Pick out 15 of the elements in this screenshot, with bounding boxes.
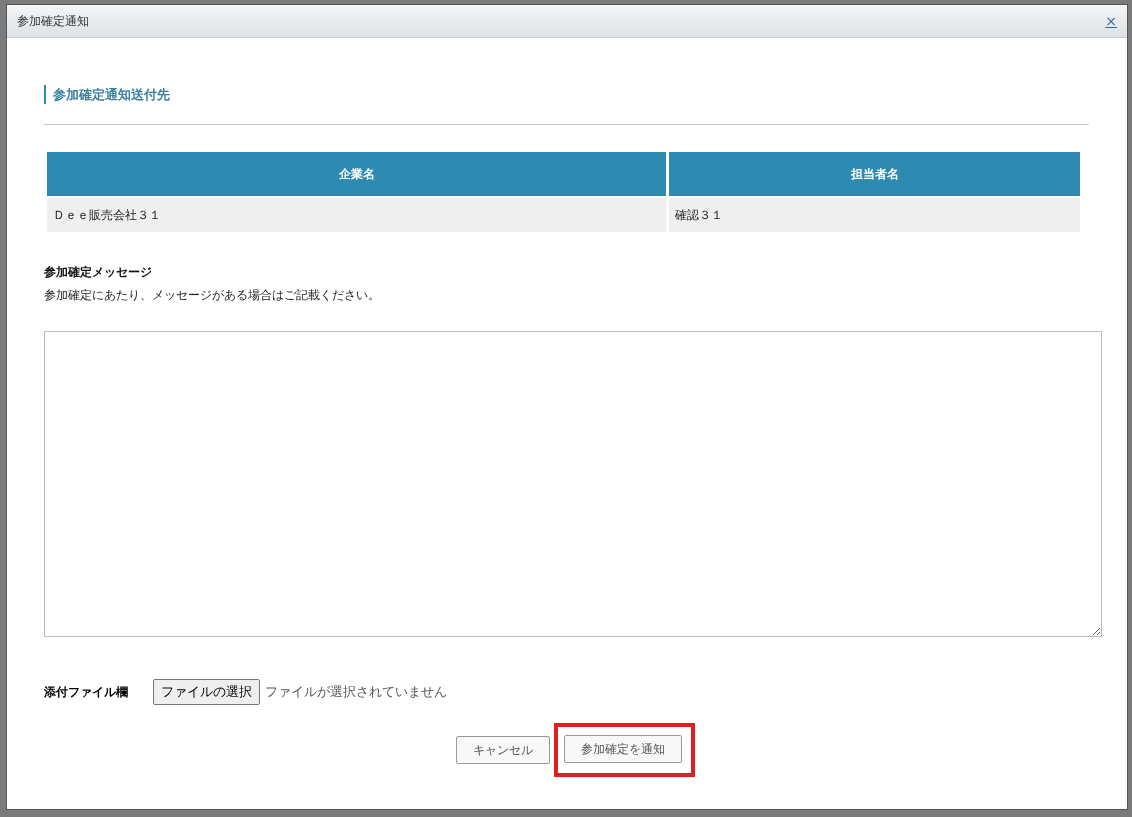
section-heading: 参加確定通知送付先 [44, 85, 1107, 104]
file-status: ファイルが選択されていません [265, 683, 447, 701]
attachment-label: 添付ファイル欄 [44, 683, 129, 701]
table-cell: 確認３１ [669, 198, 1080, 232]
notify-button[interactable]: 参加確定を通知 [564, 735, 682, 763]
column-header: 企業名 [47, 152, 666, 196]
message-field[interactable] [44, 331, 1102, 637]
message-label: 参加確定メッセージ [44, 264, 153, 281]
cancel-button[interactable]: キャンセル [456, 736, 550, 764]
choose-file-button[interactable]: ファイルの選択 [153, 679, 260, 705]
table-cell: Ｄｅｅ販売会社３１ [47, 198, 666, 232]
window-title: 参加確定通知 [17, 12, 89, 30]
column-header: 担当者名 [669, 152, 1080, 196]
close-button[interactable]: × [1105, 13, 1117, 29]
message-hint: 参加確定にあたり、メッセージがある場合はご記載ください。 [44, 287, 381, 304]
